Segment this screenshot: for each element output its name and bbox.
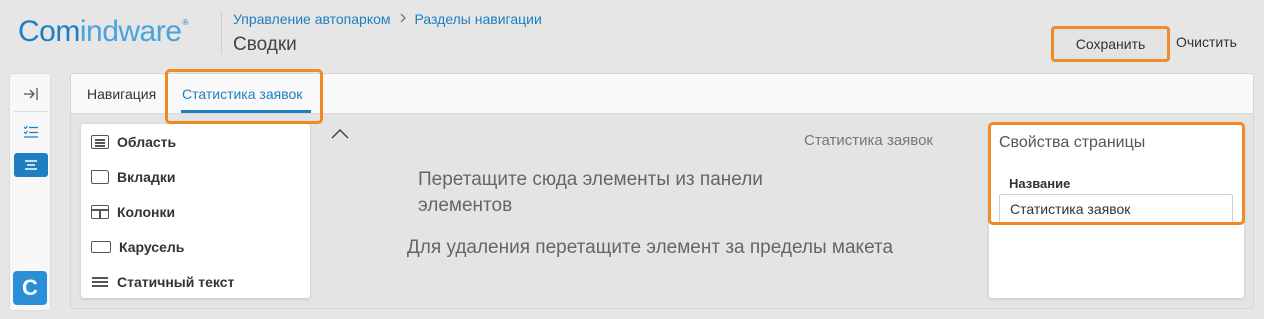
palette-item-area[interactable]: Область [91, 134, 176, 150]
carousel-icon [91, 241, 111, 253]
left-rail: C [9, 73, 51, 311]
list-icon[interactable] [14, 153, 48, 177]
palette-item-static-text[interactable]: Статичный текст [91, 274, 234, 290]
header-divider [221, 12, 222, 54]
palette-item-carousel[interactable]: Карусель [91, 239, 184, 255]
tab-navigation[interactable]: Навигация [87, 86, 156, 102]
breadcrumb-link-fleet[interactable]: Управление автопарком [233, 11, 391, 27]
area-icon [91, 135, 109, 149]
save-button[interactable]: Сохранить [1051, 26, 1170, 62]
tabs-icon [91, 170, 109, 184]
checklist-icon[interactable] [14, 120, 48, 144]
app-launcher-icon[interactable]: C [13, 271, 47, 305]
highlight-tab [165, 69, 323, 124]
chevron-right-icon [399, 12, 407, 26]
palette-item-columns[interactable]: Колонки [91, 204, 175, 220]
drop-hint: Перетащите сюда элементы из панели элеме… [418, 169, 763, 216]
highlight-properties [988, 122, 1245, 225]
static-text-icon [91, 275, 109, 289]
collapse-icon[interactable] [330, 124, 350, 145]
expand-sidebar-icon[interactable] [14, 82, 48, 106]
rail-divider [14, 111, 48, 112]
breadcrumb-link-nav-sections[interactable]: Разделы навигации [415, 11, 542, 27]
breadcrumb: Управление автопарком Разделы навигации [233, 11, 542, 27]
clear-button[interactable]: Очистить [1176, 34, 1237, 50]
comindware-logo: Comindware® [18, 15, 188, 48]
canvas-title: Статистика заявок [804, 132, 933, 149]
page-title: Сводки [233, 34, 297, 55]
remove-hint: Для удаления перетащите элемент за преде… [406, 237, 894, 258]
columns-icon [91, 205, 109, 219]
palette-item-tabs[interactable]: Вкладки [91, 169, 175, 185]
elements-palette: Область Вкладки Колонки Карусель Статичн… [81, 124, 310, 298]
